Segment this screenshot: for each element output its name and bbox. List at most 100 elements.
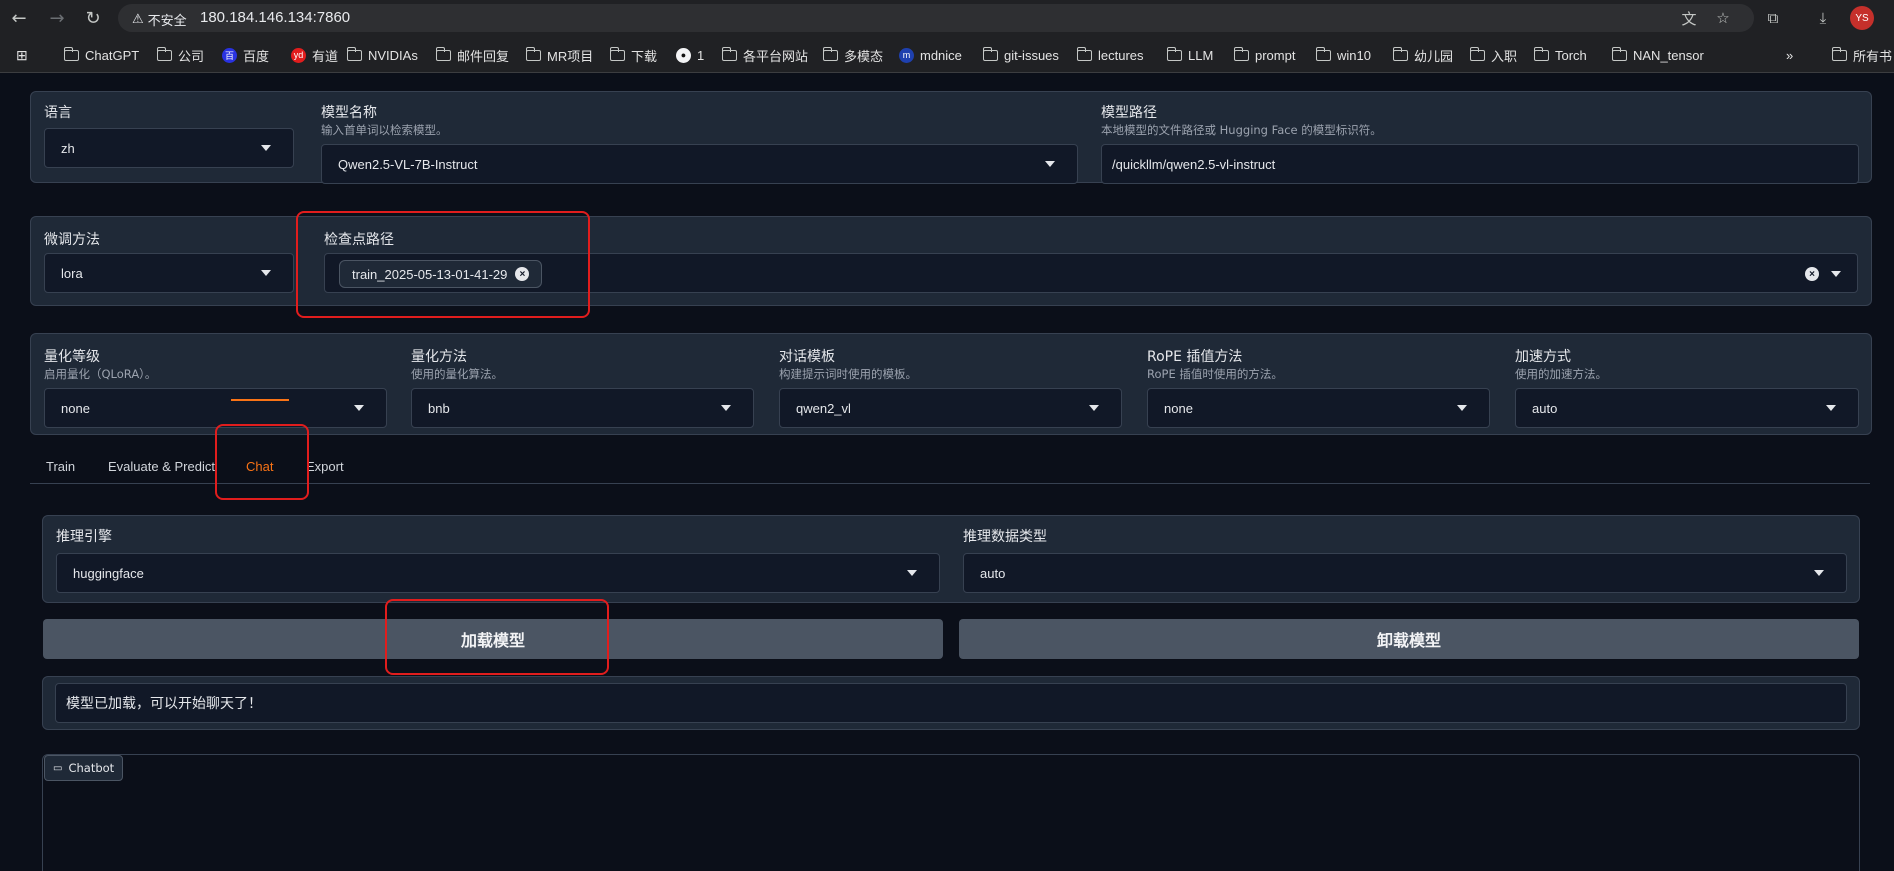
accel-desc: 使用的加速方法。 <box>1515 367 1607 381</box>
active-tab-indicator <box>231 399 289 401</box>
model-name-select[interactable]: Qwen2.5-VL-7B-Instruct <box>321 144 1078 184</box>
chevron-down-icon[interactable] <box>1831 271 1841 277</box>
bookmark-item[interactable]: 各平台网站 <box>721 45 808 65</box>
rope-desc: RoPE 插值时使用的方法。 <box>1147 367 1283 381</box>
model-path-input[interactable]: /quickllm/qwen2.5-vl-instruct <box>1101 144 1859 184</box>
bookmark-item[interactable]: 公司 <box>156 45 204 65</box>
profile-avatar[interactable]: YS <box>1850 6 1874 30</box>
bookmark-item[interactable]: ChatGPT <box>63 45 139 65</box>
bookmark-item[interactable]: win10 <box>1315 45 1371 65</box>
forward-arrow-icon[interactable]: → <box>46 7 68 29</box>
chatbot-panel[interactable] <box>42 754 1860 871</box>
folder-icon <box>1166 46 1182 61</box>
chevron-down-icon <box>1457 405 1467 411</box>
chevron-down-icon <box>1089 405 1099 411</box>
highlight-chat-tab <box>215 424 309 500</box>
chat-bubble-icon: ▭ <box>53 762 63 774</box>
rope-select[interactable]: none <box>1147 388 1490 428</box>
address-bar[interactable]: ⚠ 不安全 180.184.146.134:7860 文 ☆ <box>118 4 1754 32</box>
bookmark-item[interactable]: yd 有道 <box>291 45 338 65</box>
model-name-label: 模型名称 <box>321 105 377 121</box>
bookmark-item[interactable]: Torch <box>1533 45 1587 65</box>
finetune-method-select[interactable]: lora <box>44 253 294 293</box>
bookmark-star-icon[interactable]: ☆ <box>1712 7 1734 29</box>
folder-icon <box>1611 46 1627 61</box>
model-path-label: 模型路径 <box>1101 105 1157 121</box>
tab-evaluate-predict[interactable]: Evaluate & Predict <box>108 459 215 474</box>
quant-method-select[interactable]: bnb <box>411 388 754 428</box>
tab-export[interactable]: Export <box>306 459 344 474</box>
reload-icon[interactable]: ↻ <box>82 7 104 29</box>
bookmark-item[interactable]: lectures <box>1076 45 1144 65</box>
chevron-down-icon <box>1826 405 1836 411</box>
template-label: 对话模板 <box>779 349 835 365</box>
bookmark-item[interactable]: git-issues <box>982 45 1059 65</box>
bookmark-item[interactable]: 幼儿园 <box>1392 45 1453 65</box>
quant-level-select[interactable]: none <box>44 388 387 428</box>
template-select[interactable]: qwen2_vl <box>779 388 1122 428</box>
bookmark-item[interactable]: 邮件回复 <box>435 45 509 65</box>
folder-icon <box>721 46 737 61</box>
bookmark-item[interactable]: MR项目 <box>525 45 593 65</box>
folder-icon <box>1469 46 1485 61</box>
chevron-down-icon <box>261 270 271 276</box>
bookmark-item[interactable]: m mdnice <box>899 45 962 65</box>
model-path-desc: 本地模型的文件路径或 Hugging Face 的模型标识符。 <box>1101 123 1382 137</box>
bookmark-item[interactable]: prompt <box>1233 45 1295 65</box>
chevron-down-icon <box>907 570 917 576</box>
folder-icon <box>1076 46 1092 61</box>
folder-icon <box>63 46 79 61</box>
quant-level-label: 量化等级 <box>44 349 100 365</box>
youdao-icon: yd <box>291 47 306 63</box>
chevron-down-icon <box>721 405 731 411</box>
bookmark-item[interactable]: 百百度 <box>222 45 269 65</box>
unload-model-button[interactable]: 卸载模型 <box>959 619 1859 659</box>
bookmarks-overflow-icon[interactable]: » <box>1786 45 1793 65</box>
quant-method-label: 量化方法 <box>411 349 467 365</box>
dtype-label: 推理数据类型 <box>963 529 1047 545</box>
extensions-icon[interactable]: ⧉ <box>1762 7 1784 29</box>
clear-all-icon[interactable]: × <box>1805 267 1819 281</box>
bookmark-item[interactable]: 入职 <box>1469 45 1517 65</box>
folder-icon <box>822 46 838 61</box>
url-text[interactable]: 180.184.146.134:7860 <box>200 9 350 26</box>
model-name-desc: 输入首单词以检索模型。 <box>321 123 448 137</box>
folder-icon <box>435 46 451 61</box>
apps-grid-icon[interactable]: ⊞ <box>16 45 28 65</box>
bookmark-item[interactable]: LLM <box>1166 45 1213 65</box>
all-bookmarks-folder[interactable]: 所有书 <box>1831 45 1892 65</box>
tab-train[interactable]: Train <box>46 459 75 474</box>
download-icon[interactable]: ⤓ <box>1812 7 1834 29</box>
back-arrow-icon[interactable]: ← <box>8 7 30 29</box>
lang-select[interactable]: zh <box>44 128 294 168</box>
template-desc: 构建提示词时使用的模板。 <box>779 367 917 381</box>
security-warning[interactable]: ⚠ 不安全 <box>132 10 187 29</box>
baidu-icon: 百 <box>222 47 237 63</box>
status-panel: 模型已加载，可以开始聊天了！ <box>42 676 1860 730</box>
github-icon: ● <box>676 47 691 63</box>
bookmark-item[interactable]: 下载 <box>609 45 657 65</box>
bookmark-item[interactable]: ● 1 <box>676 45 704 65</box>
folder-icon <box>609 46 625 61</box>
bookmark-item[interactable]: NAN_tensor <box>1611 45 1704 65</box>
chevron-down-icon <box>1814 570 1824 576</box>
status-textbox[interactable]: 模型已加载，可以开始聊天了！ <box>55 683 1847 723</box>
rope-label: RoPE 插值方法 <box>1147 349 1243 365</box>
bookmark-item[interactable]: NVIDIAs <box>346 45 418 65</box>
folder-icon <box>156 46 172 61</box>
dtype-select[interactable]: auto <box>963 553 1847 593</box>
finetune-method-label: 微调方法 <box>44 232 100 248</box>
folder-icon <box>525 46 541 61</box>
chevron-down-icon <box>261 145 271 151</box>
folder-icon <box>346 46 362 61</box>
quant-method-desc: 使用的量化算法。 <box>411 367 503 381</box>
chatbot-label: ▭ Chatbot <box>44 755 124 781</box>
accel-select[interactable]: auto <box>1515 388 1859 428</box>
highlight-checkpoint <box>296 211 590 318</box>
folder-icon <box>1315 46 1331 61</box>
quant-panel: 量化等级 启用量化（QLoRA）。 none 量化方法 使用的量化算法。 bnb… <box>30 333 1872 435</box>
engine-select[interactable]: huggingface <box>56 553 940 593</box>
translate-icon[interactable]: 文 <box>1678 7 1700 29</box>
bookmark-item[interactable]: 多模态 <box>822 45 883 65</box>
bookmarks-bar: ⊞ ChatGPT 公司百百度 yd 有道 NVIDIAs 邮件回复 MR项目 下载 ● 1 各平台… <box>0 36 1894 73</box>
